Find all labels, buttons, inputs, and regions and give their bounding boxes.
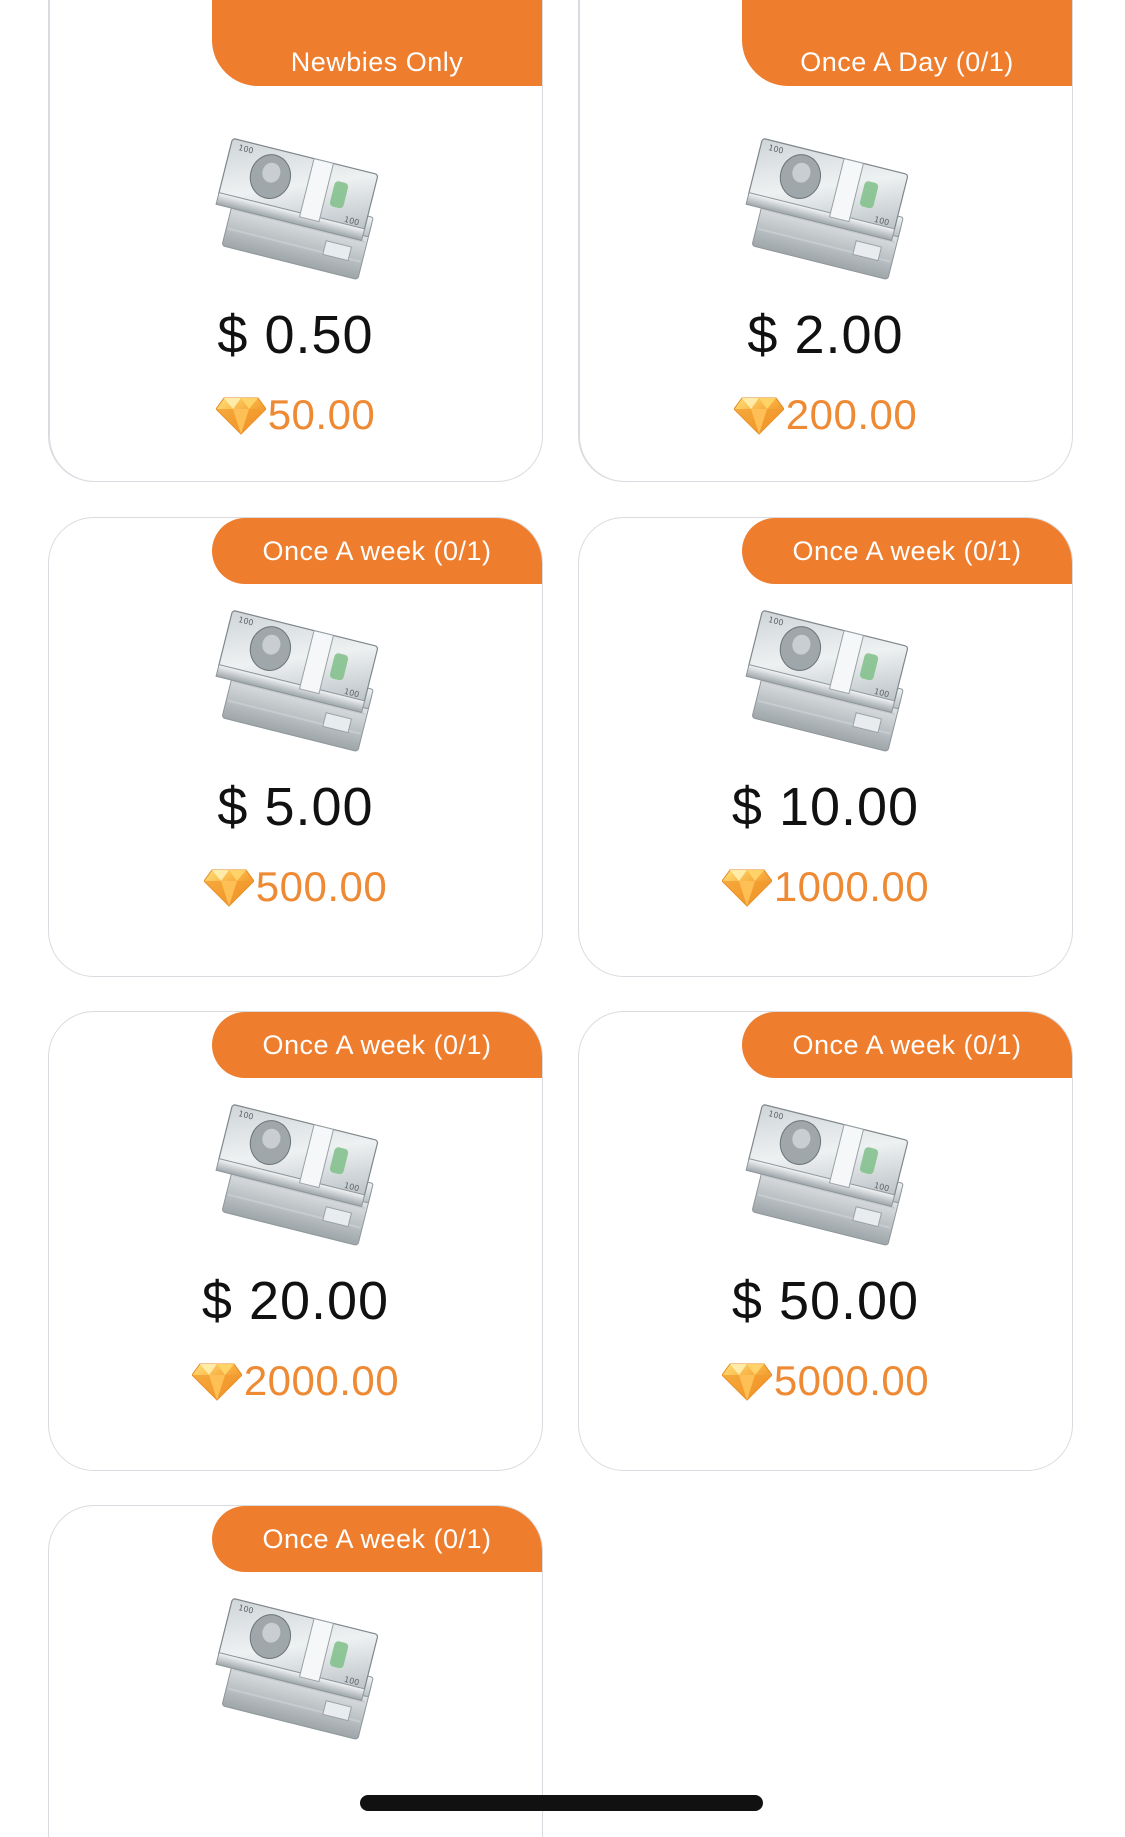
- gem-cost: 2000.00: [49, 1357, 542, 1405]
- home-indicator[interactable]: [360, 1795, 763, 1811]
- cash-stack-icon: [211, 126, 389, 284]
- gem-cost-value: 5000.00: [773, 1357, 930, 1404]
- reward-price: $ 2.00: [747, 305, 904, 365]
- reward-price: $ 10.00: [731, 777, 920, 837]
- diamond-gem-icon: [192, 1361, 242, 1401]
- gem-cost-value: 50.00: [267, 391, 376, 438]
- cash-stack-icon: [741, 598, 919, 756]
- reward-card-7[interactable]: Once A week (0/1): [48, 1505, 543, 1837]
- gem-cost-value: 1000.00: [773, 863, 930, 910]
- diamond-gem-icon: [216, 395, 266, 435]
- reward-card-3[interactable]: Once A week (0/1) $ 5.00 500.00: [48, 517, 543, 977]
- badge-label: Once A week (0/1): [262, 535, 492, 566]
- reward-price: $ 20.00: [201, 1271, 390, 1331]
- reward-badge: Once A week (0/1): [212, 1012, 542, 1078]
- reward-badge: Once A week (0/1): [212, 1506, 542, 1572]
- gem-cost-value: 200.00: [785, 391, 918, 438]
- gem-cost: 5000.00: [579, 1357, 1072, 1405]
- gem-cost: 50.00: [49, 391, 542, 439]
- gem-cost: 1000.00: [579, 863, 1072, 911]
- cash-stack-icon: [211, 1586, 389, 1744]
- reward-card-5[interactable]: Once A week (0/1) $ 20.00 2000.00: [48, 1011, 543, 1471]
- diamond-gem-icon: [204, 867, 254, 907]
- cash-stack-icon: [741, 1092, 919, 1250]
- cash-stack-icon: [741, 126, 919, 284]
- reward-badge: Once A Day (0/1): [742, 0, 1072, 86]
- reward-price: $ 5.00: [217, 777, 374, 837]
- reward-badge: Once A week (0/1): [742, 518, 1072, 584]
- gem-cost-value: 2000.00: [243, 1357, 400, 1404]
- reward-card-4[interactable]: Once A week (0/1) $ 10.00 1000.00: [578, 517, 1073, 977]
- gem-cost-value: 500.00: [255, 863, 388, 910]
- reward-price: $ 50.00: [731, 1271, 920, 1331]
- diamond-gem-icon: [722, 1361, 772, 1401]
- cash-stack-icon: [211, 1092, 389, 1250]
- diamond-gem-icon: [734, 395, 784, 435]
- badge-label: Newbies Only: [290, 47, 464, 77]
- reward-badge: Newbies Only: [212, 0, 542, 86]
- gem-cost: 200.00: [579, 391, 1072, 439]
- badge-label: Once A week (0/1): [262, 1523, 492, 1554]
- reward-price: $ 0.50: [217, 305, 374, 365]
- reward-card-6[interactable]: Once A week (0/1) $ 50.00 5000.00: [578, 1011, 1073, 1471]
- badge-label: Once A Day (0/1): [800, 47, 1014, 77]
- badge-label: Once A week (0/1): [262, 1029, 492, 1060]
- badge-label: Once A week (0/1): [792, 535, 1022, 566]
- diamond-gem-icon: [722, 867, 772, 907]
- gem-cost: 500.00: [49, 863, 542, 911]
- reward-badge: Once A week (0/1): [212, 518, 542, 584]
- reward-badge: Once A week (0/1): [742, 1012, 1072, 1078]
- badge-label: Once A week (0/1): [792, 1029, 1022, 1060]
- cash-stack-icon: [211, 598, 389, 756]
- reward-card-2[interactable]: Once A Day (0/1) $ 2.00 200.00: [578, 0, 1073, 482]
- reward-card-1[interactable]: Newbies Only $ 0.50 50.00: [48, 0, 543, 482]
